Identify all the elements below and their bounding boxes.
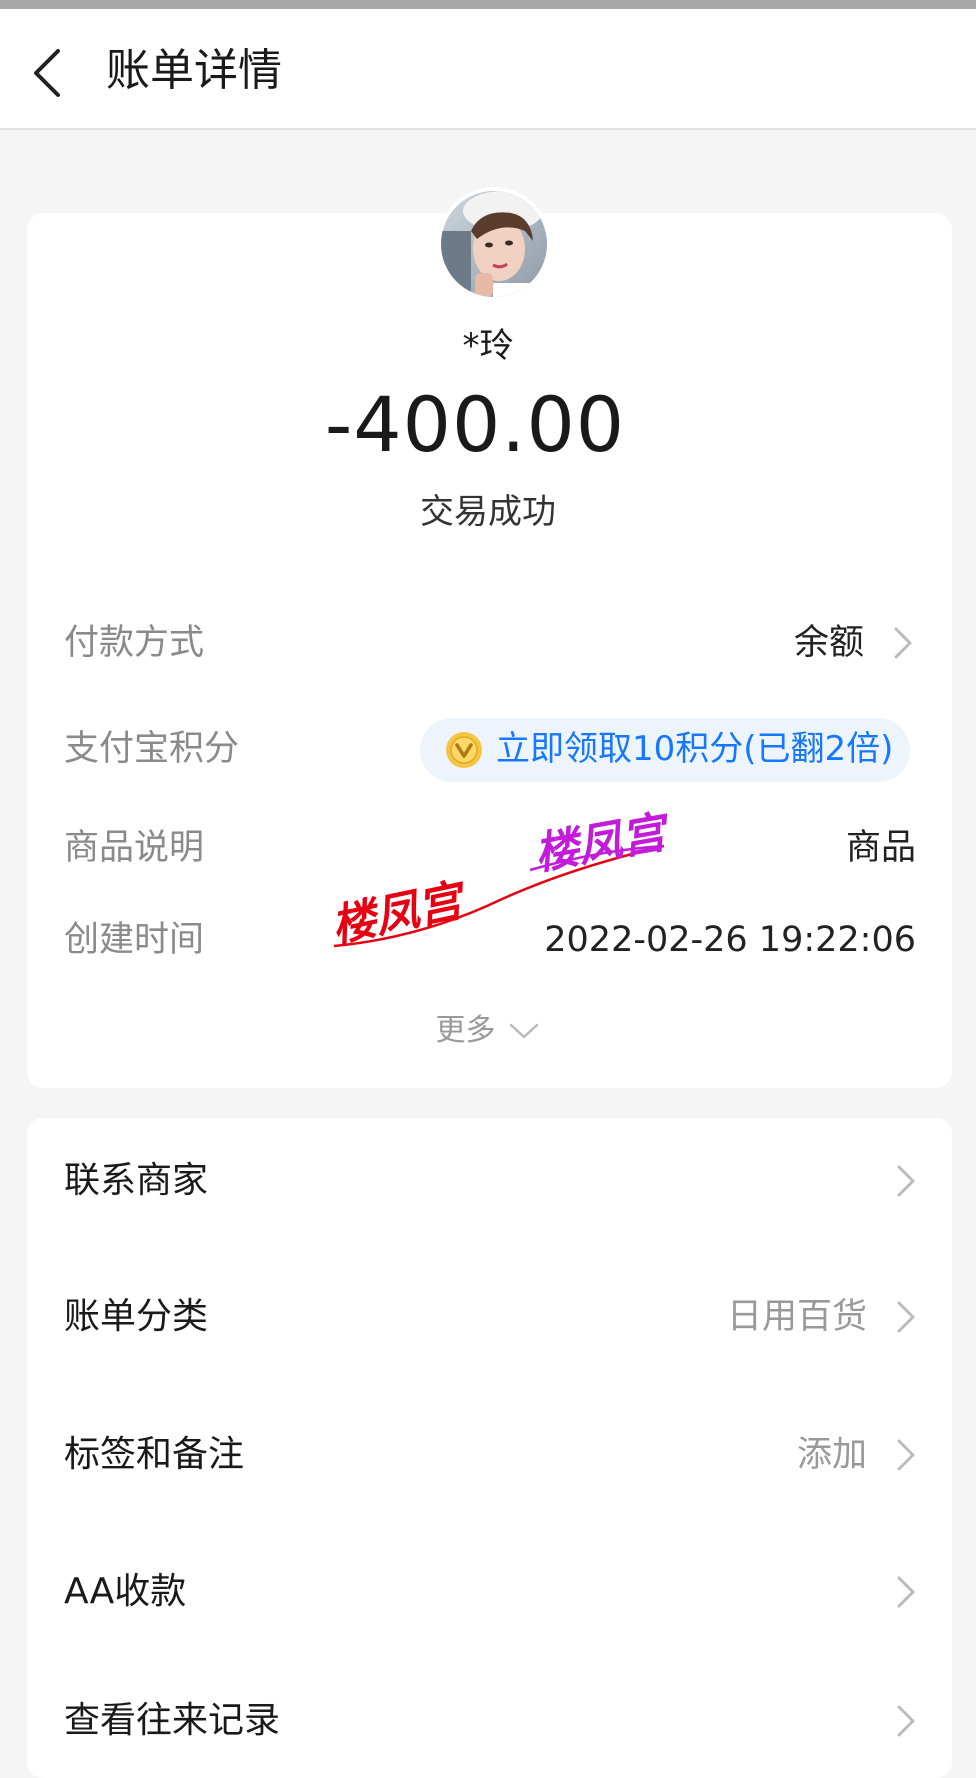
claim-points-text: 立即领取10积分(已翻2倍): [496, 729, 894, 769]
avatar[interactable]: [437, 187, 551, 301]
chevron-right-icon[interactable]: [890, 623, 916, 663]
menu-item-label: 标签和备注: [64, 1434, 245, 1475]
watermark-text-1: 楼凤宫: [330, 874, 473, 953]
chevron-right-icon: [897, 1576, 915, 1608]
payment-method-label: 付款方式: [64, 623, 205, 663]
payee-name: *玲: [462, 326, 514, 366]
chevron-left-icon: [34, 49, 60, 97]
chevron-right-icon: [897, 1705, 915, 1737]
alipay-points-label: 支付宝积分: [64, 729, 240, 769]
watermark-text-2: 楼凤宫: [531, 806, 670, 880]
tags-and-notes-value: 添加: [796, 1435, 867, 1475]
chevron-right-icon: [897, 1301, 915, 1333]
transaction-status: 交易成功: [420, 492, 556, 532]
menu-item-label: 账单分类: [64, 1296, 209, 1337]
created-time-label: 创建时间: [64, 920, 205, 960]
menu-item-label: 联系商家: [64, 1160, 209, 1201]
back-button[interactable]: [22, 35, 82, 105]
menu-item-label: 查看往来记录: [64, 1700, 281, 1741]
transaction-amount: -400.00: [324, 380, 626, 469]
aa-collection-item[interactable]: AA收款: [27, 1537, 952, 1647]
more-label: 更多: [435, 1013, 496, 1048]
more-toggle[interactable]: 更多: [0, 1008, 976, 1054]
status-strip: [0, 0, 976, 9]
avatar-portrait-icon: [441, 191, 547, 297]
goods-description-value: 商品: [845, 828, 916, 868]
claim-points-button[interactable]: 立即领取10积分(已翻2倍): [420, 718, 910, 782]
contact-merchant-item[interactable]: 联系商家: [27, 1126, 952, 1236]
coin-icon: [446, 732, 482, 768]
page-title: 账单详情: [106, 45, 282, 96]
header-bar: 账单详情: [0, 9, 976, 130]
menu-item-label: AA收款: [64, 1571, 187, 1612]
tags-and-notes-item[interactable]: 标签和备注 添加: [27, 1400, 952, 1510]
chevron-down-icon: [509, 1023, 538, 1039]
goods-description-label: 商品说明: [64, 828, 205, 868]
watermark: 楼凤宫 楼凤宫: [330, 806, 670, 953]
bill-category-item[interactable]: 账单分类 日用百货: [27, 1262, 952, 1372]
bill-category-value: 日用百货: [726, 1297, 867, 1337]
transaction-history-item[interactable]: 查看往来记录: [27, 1666, 952, 1776]
chevron-right-icon: [897, 1439, 915, 1471]
chevron-right-icon: [897, 1165, 915, 1197]
payment-method-value[interactable]: 余额: [794, 620, 864, 666]
